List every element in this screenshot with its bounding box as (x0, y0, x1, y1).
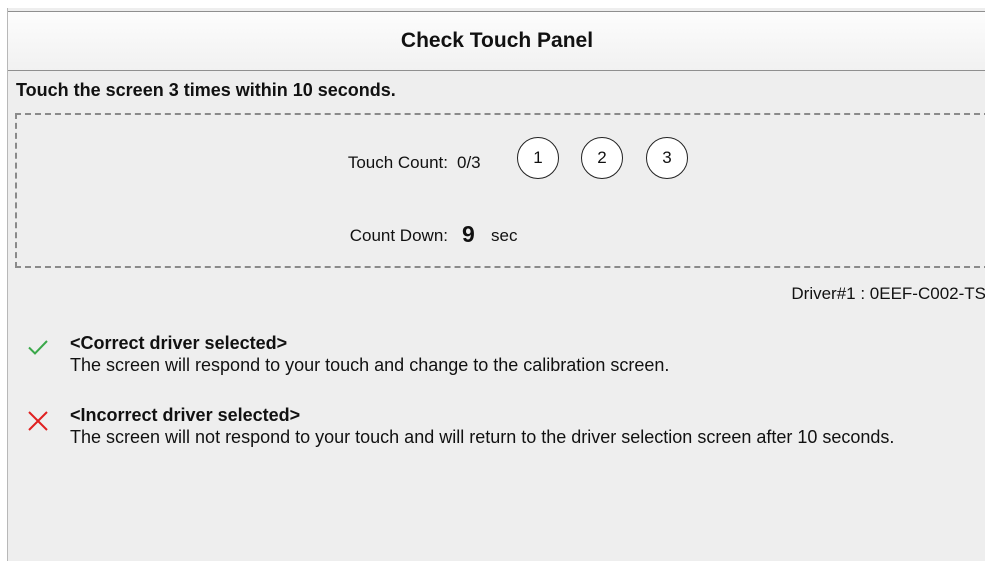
instruction-text: Touch the screen 3 times within 10 secon… (16, 80, 396, 100)
touch-test-area[interactable]: Touch Count: 0/3 1 2 3 Count Down: 9 sec (15, 113, 985, 268)
countdown-unit: sec (491, 226, 518, 245)
dialog-title: Check Touch Panel (8, 11, 985, 71)
incorrect-driver-message: <Incorrect driver selected> The screen w… (70, 404, 975, 448)
dialog-window: Check Touch Panel Touch the screen 3 tim… (7, 8, 985, 561)
touch-count-value: 0/3 (457, 153, 481, 172)
countdown-value: 9 (462, 221, 475, 247)
checkmark-icon (28, 340, 48, 355)
correct-driver-title: <Correct driver selected> (70, 333, 288, 353)
touch-count-label: Touch Count: (347, 153, 448, 172)
driver-id-text: Driver#1 : 0EEF-C002-TS (791, 284, 985, 303)
touch-indicator-3: 3 (646, 137, 688, 179)
touch-indicator-2: 2 (581, 137, 623, 179)
countdown-label: Count Down: (349, 226, 448, 245)
cross-icon (28, 411, 48, 431)
incorrect-driver-title: <Incorrect driver selected> (70, 405, 301, 425)
correct-driver-body: The screen will respond to your touch an… (70, 355, 670, 375)
incorrect-driver-body: The screen will not respond to your touc… (70, 427, 895, 447)
touch-indicator-1: 1 (517, 137, 559, 179)
correct-driver-message: <Correct driver selected> The screen wil… (70, 332, 975, 376)
